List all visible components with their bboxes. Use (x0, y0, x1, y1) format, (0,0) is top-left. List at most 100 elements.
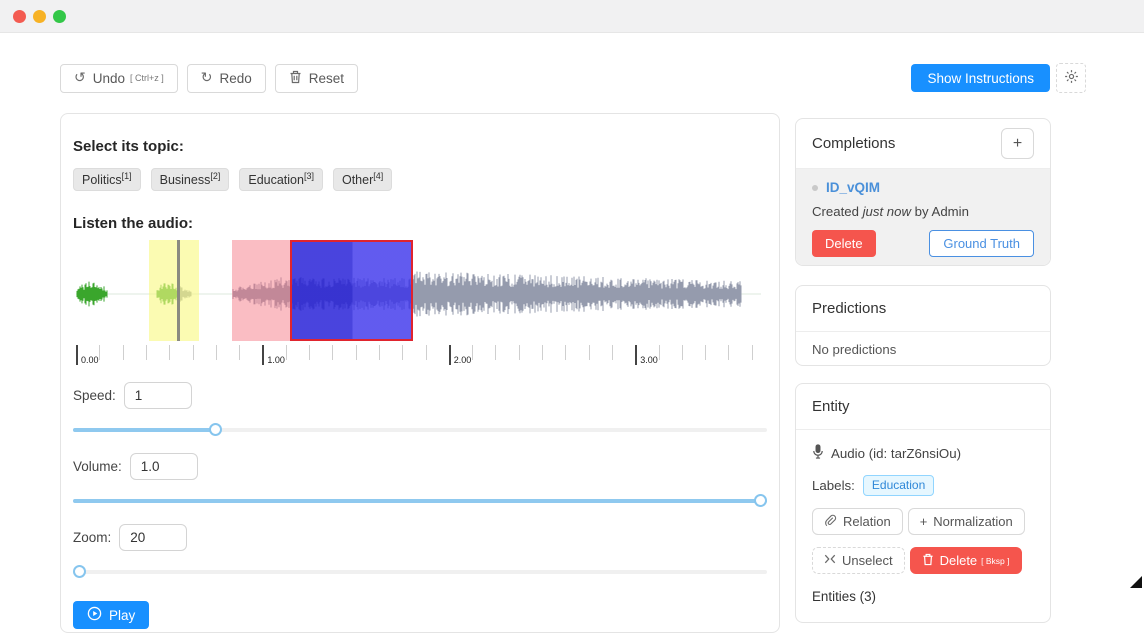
add-completion-button[interactable]: + (1001, 128, 1034, 159)
predictions-empty-text: No predictions (796, 332, 1050, 366)
entity-audio-row: Audio (id: tarZ6nsiOu) (812, 444, 1034, 462)
playback-cursor[interactable] (177, 240, 180, 341)
trash-icon (922, 553, 934, 569)
redo-icon: ↻ (201, 71, 213, 85)
speed-input[interactable] (124, 382, 192, 409)
volume-slider-fill (73, 499, 767, 503)
paperclip-icon (824, 514, 837, 530)
ruler-minor-tick (752, 345, 753, 360)
speed-slider[interactable] (73, 423, 767, 436)
topic-chips: Politics[1] Business[2] Education[3] Other[… (73, 168, 767, 191)
entity-panel: Entity Audio (id: tarZ6nsiOu) Labels: Ed… (795, 383, 1051, 623)
task-card: Select its topic: Politics[1] Business[2]… (60, 113, 780, 633)
reset-label: Reset (309, 71, 344, 86)
entity-header: Entity (796, 384, 1050, 430)
predictions-panel: Predictions No predictions (795, 285, 1051, 366)
topic-heading: Select its topic: (73, 138, 767, 155)
topic-chip-politics[interactable]: Politics[1] (73, 168, 141, 191)
delete-entity-button[interactable]: Delete[ Bksp ] (910, 547, 1022, 574)
normalization-label: Normalization (933, 514, 1012, 529)
zoom-slider-thumb[interactable] (73, 565, 86, 578)
ruler-minor-tick (472, 345, 473, 360)
ruler-minor-tick (728, 345, 729, 360)
plus-icon: + (920, 514, 928, 529)
entity-audio-text: Audio (id: tarZ6nsiOu) (831, 446, 961, 461)
play-button[interactable]: Play (73, 601, 149, 629)
region-selected[interactable] (290, 240, 413, 341)
completion-id-row: ID_vQIM (812, 180, 1034, 195)
completions-header: Completions + (796, 119, 1050, 169)
undo-icon: ↺ (74, 71, 86, 85)
speed-row: Speed: (73, 382, 767, 409)
volume-slider[interactable] (73, 494, 767, 507)
ruler-tick-label: 1.00 (267, 355, 285, 365)
unselect-button[interactable]: Unselect (812, 547, 905, 574)
ruler-minor-tick (542, 345, 543, 360)
trash-icon (289, 70, 302, 87)
delete-entity-shortcut: [ Bksp ] (981, 556, 1009, 566)
volume-input[interactable] (130, 453, 198, 480)
gear-icon (1064, 69, 1079, 87)
completion-item[interactable]: ID_vQIM Created just now by Admin Delete… (796, 169, 1050, 266)
undo-shortcut: [ Ctrl+z ] (130, 73, 164, 83)
speed-label: Speed: (73, 388, 116, 403)
ruler-tick-label: 3.00 (640, 355, 658, 365)
microphone-icon (812, 444, 824, 462)
ruler-major-tick (635, 345, 637, 365)
redo-button[interactable]: ↻ Redo (187, 64, 266, 93)
speed-slider-thumb[interactable] (209, 423, 222, 436)
ground-truth-button[interactable]: Ground Truth (929, 230, 1034, 257)
completions-title: Completions (812, 135, 895, 152)
zoom-input[interactable] (119, 524, 187, 551)
topic-chip-business[interactable]: Business[2] (151, 168, 230, 191)
entity-buttons-row-1: Relation + Normalization (812, 508, 1034, 535)
entities-count: Entities (3) (812, 589, 1034, 604)
window-titlebar (0, 0, 1144, 33)
audio-heading: Listen the audio: (73, 215, 767, 232)
ruler-minor-tick (659, 345, 660, 360)
normalization-button[interactable]: + Normalization (908, 508, 1025, 535)
region-pink[interactable] (232, 240, 290, 341)
ruler-major-tick (449, 345, 451, 365)
ruler-minor-tick (123, 345, 124, 360)
close-window-button[interactable] (13, 10, 26, 23)
volume-row: Volume: (73, 453, 767, 480)
speed-slider-fill (73, 428, 212, 432)
undo-label: Undo (93, 71, 125, 86)
label-tag-education[interactable]: Education (863, 475, 934, 496)
relation-button[interactable]: Relation (812, 508, 903, 535)
topic-chip-education[interactable]: Education[3] (239, 168, 323, 191)
completion-id-link[interactable]: ID_vQIM (826, 180, 880, 195)
topic-chip-other[interactable]: Other[4] (333, 168, 392, 191)
zoom-slider-track[interactable] (73, 570, 767, 574)
volume-slider-thumb[interactable] (754, 494, 767, 507)
minimize-window-button[interactable] (33, 10, 46, 23)
predictions-header: Predictions (796, 286, 1050, 332)
settings-button[interactable] (1056, 63, 1086, 93)
redo-label: Redo (220, 71, 252, 86)
ruler-minor-tick (356, 345, 357, 360)
ruler-major-tick (262, 345, 264, 365)
undo-button[interactable]: ↺ Undo [ Ctrl+z ] (60, 64, 178, 93)
delete-completion-button[interactable]: Delete (812, 230, 876, 257)
audio-waveform[interactable] (73, 240, 767, 345)
entity-buttons-row-2: Unselect Delete[ Bksp ] (812, 547, 1034, 574)
show-instructions-button[interactable]: Show Instructions (911, 64, 1050, 92)
shrink-icon (824, 553, 836, 568)
ruler-minor-tick (495, 345, 496, 360)
mouse-cursor-artifact (1126, 572, 1142, 588)
ruler-minor-tick (99, 345, 100, 360)
labels-label: Labels: (812, 478, 855, 493)
reset-button[interactable]: Reset (275, 64, 358, 93)
ruler-minor-tick (193, 345, 194, 360)
ruler-minor-tick (216, 345, 217, 360)
zoom-slider[interactable] (73, 565, 767, 578)
ruler-minor-tick (426, 345, 427, 360)
ruler-minor-tick (169, 345, 170, 360)
ruler-minor-tick (682, 345, 683, 360)
maximize-window-button[interactable] (53, 10, 66, 23)
entity-title: Entity (812, 398, 850, 415)
ruler-tick-label: 0.00 (81, 355, 99, 365)
region-yellow[interactable] (149, 240, 199, 341)
zoom-label: Zoom: (73, 530, 111, 545)
